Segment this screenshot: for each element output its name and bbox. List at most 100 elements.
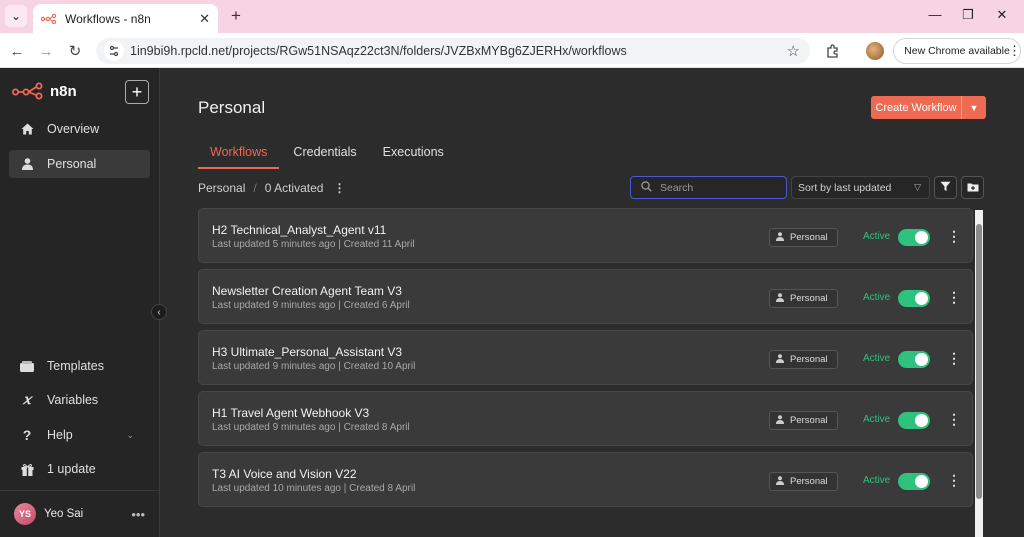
chevron-down-icon: ▽ <box>914 182 921 192</box>
owner-label: Personal <box>790 354 828 365</box>
workflow-card[interactable]: H2 Technical_Analyst_Agent v11 Last upda… <box>198 208 973 263</box>
close-window-icon[interactable]: ✕ <box>992 7 1012 23</box>
n8n-logo[interactable]: n8n <box>12 82 77 100</box>
n8n-favicon-icon <box>41 11 57 27</box>
more-vertical-icon[interactable]: ⋮ <box>947 472 961 489</box>
chevron-down-icon: ⌄ <box>126 429 134 440</box>
owner-label: Personal <box>790 415 828 426</box>
user-icon <box>776 231 784 244</box>
sidebar-item-variables[interactable]: 𝑥 Variables <box>9 386 150 414</box>
more-vertical-icon[interactable]: ⋮ <box>333 181 345 195</box>
active-toggle[interactable] <box>898 473 930 490</box>
active-toggle[interactable] <box>898 412 930 429</box>
sidebar-item-update[interactable]: 1 update <box>9 455 150 483</box>
sidebar-item-label: Templates <box>47 359 104 373</box>
new-folder-button[interactable] <box>961 176 984 199</box>
templates-icon <box>19 360 35 372</box>
status-label: Active <box>863 231 891 242</box>
more-vertical-icon[interactable]: ⋮ <box>947 228 961 245</box>
workflow-meta: Last updated 9 minutes ago | Created 6 A… <box>212 300 410 311</box>
owner-badge: Personal <box>769 228 838 247</box>
sidebar-item-personal[interactable]: Personal <box>9 150 150 178</box>
sidebar-item-templates[interactable]: Templates <box>9 352 150 380</box>
owner-badge: Personal <box>769 289 838 308</box>
workflow-name[interactable]: H3 Ultimate_Personal_Assistant V3 <box>212 345 402 359</box>
plus-icon[interactable]: + <box>226 6 246 26</box>
more-horizontal-icon[interactable]: ••• <box>131 507 145 522</box>
active-toggle[interactable] <box>898 229 930 246</box>
sidebar: n8n + Overview Personal Templates 𝑥 Vari… <box>0 68 160 537</box>
n8n-app: n8n + Overview Personal Templates 𝑥 Vari… <box>0 68 1024 537</box>
folder-plus-icon <box>967 179 979 197</box>
workflow-meta: Last updated 5 minutes ago | Created 11 … <box>212 239 415 250</box>
tab-workflows[interactable]: Workflows <box>198 144 280 169</box>
page-title: Personal <box>198 98 266 117</box>
user-icon <box>776 414 784 427</box>
more-vertical-icon[interactable]: ⋮ <box>947 289 961 306</box>
user-icon <box>776 292 784 305</box>
url-text: 1in9bi9h.rpcld.net/projects/RGw51NSAqz22… <box>130 44 627 58</box>
sort-label: Sort by last updated <box>798 181 892 194</box>
add-button[interactable]: + <box>125 80 149 104</box>
breadcrumb: Personal / 0 Activated ⋮ <box>198 181 345 195</box>
profile-avatar[interactable] <box>866 42 884 60</box>
more-vertical-icon[interactable]: ⋮ <box>947 350 961 367</box>
tab-executions[interactable]: Executions <box>371 144 456 169</box>
browser-tab[interactable]: Workflows - n8n ✕ <box>33 4 218 33</box>
site-info-icon[interactable] <box>104 41 124 61</box>
sort-select[interactable]: Sort by last updated ▽ <box>791 176 930 199</box>
avatar: YS <box>14 503 36 525</box>
search-input[interactable] <box>660 181 770 194</box>
user-icon <box>776 475 784 488</box>
workflow-card[interactable]: H3 Ultimate_Personal_Assistant V3 Last u… <box>198 330 973 385</box>
filter-button[interactable] <box>934 176 957 199</box>
workflow-card[interactable]: Newsletter Creation Agent Team V3 Last u… <box>198 269 973 324</box>
sidebar-item-help[interactable]: ? Help ⌄ <box>9 421 150 449</box>
more-icon[interactable]: ⋮ <box>1008 43 1021 59</box>
create-workflow-button[interactable]: Create Workflow ▼ <box>871 96 986 119</box>
sidebar-item-overview[interactable]: Overview <box>9 115 150 143</box>
back-icon[interactable]: ← <box>7 41 27 61</box>
close-icon[interactable]: ✕ <box>199 11 210 27</box>
sidebar-item-label: Help <box>47 428 73 442</box>
workflow-name[interactable]: H2 Technical_Analyst_Agent v11 <box>212 223 386 237</box>
tab-credentials[interactable]: Credentials <box>281 144 368 169</box>
workflow-name[interactable]: Newsletter Creation Agent Team V3 <box>212 284 402 298</box>
active-toggle[interactable] <box>898 351 930 368</box>
search-box[interactable] <box>630 176 787 199</box>
maximize-icon[interactable]: ❐ <box>958 7 978 23</box>
active-toggle[interactable] <box>898 290 930 307</box>
search-icon <box>641 179 652 197</box>
forward-icon[interactable]: → <box>36 41 56 61</box>
user-profile[interactable]: YS Yeo Sai ••• <box>0 490 159 537</box>
owner-badge: Personal <box>769 472 838 491</box>
workflow-name[interactable]: T3 AI Voice and Vision V22 <box>212 467 357 481</box>
tab-search-icon[interactable]: ⌄ <box>5 5 27 27</box>
breadcrumb-project[interactable]: Personal <box>198 181 245 195</box>
status-label: Active <box>863 414 891 425</box>
scrollbar-thumb[interactable] <box>976 224 982 499</box>
owner-label: Personal <box>790 293 828 304</box>
chrome-update-button[interactable]: New Chrome available ⋮ <box>893 38 1021 64</box>
star-icon[interactable]: ☆ <box>787 42 800 60</box>
logo-text: n8n <box>50 82 77 100</box>
more-vertical-icon[interactable]: ⋮ <box>947 411 961 428</box>
minimize-icon[interactable]: — <box>925 7 945 22</box>
workflow-meta: Last updated 9 minutes ago | Created 8 A… <box>212 422 410 433</box>
workflow-name[interactable]: H1 Travel Agent Webhook V3 <box>212 406 369 420</box>
sidebar-item-label: 1 update <box>47 462 96 476</box>
address-bar[interactable]: 1in9bi9h.rpcld.net/projects/RGw51NSAqz22… <box>96 38 810 64</box>
filter-icon <box>940 179 951 197</box>
extensions-icon[interactable] <box>822 41 842 61</box>
variables-icon: 𝑥 <box>23 392 31 408</box>
workflow-card[interactable]: T3 AI Voice and Vision V22 Last updated … <box>198 452 973 507</box>
browser-tab-bar: ⌄ Workflows - n8n ✕ + — ❐ ✕ <box>0 0 1024 33</box>
workflow-card[interactable]: H1 Travel Agent Webhook V3 Last updated … <box>198 391 973 446</box>
owner-badge: Personal <box>769 411 838 430</box>
n8n-logo-icon <box>12 82 43 100</box>
status-label: Active <box>863 475 891 486</box>
chevron-down-icon[interactable]: ▼ <box>962 103 986 113</box>
reload-icon[interactable]: ↻ <box>65 41 85 61</box>
sidebar-item-label: Variables <box>47 393 99 407</box>
scrollbar[interactable] <box>975 210 983 537</box>
